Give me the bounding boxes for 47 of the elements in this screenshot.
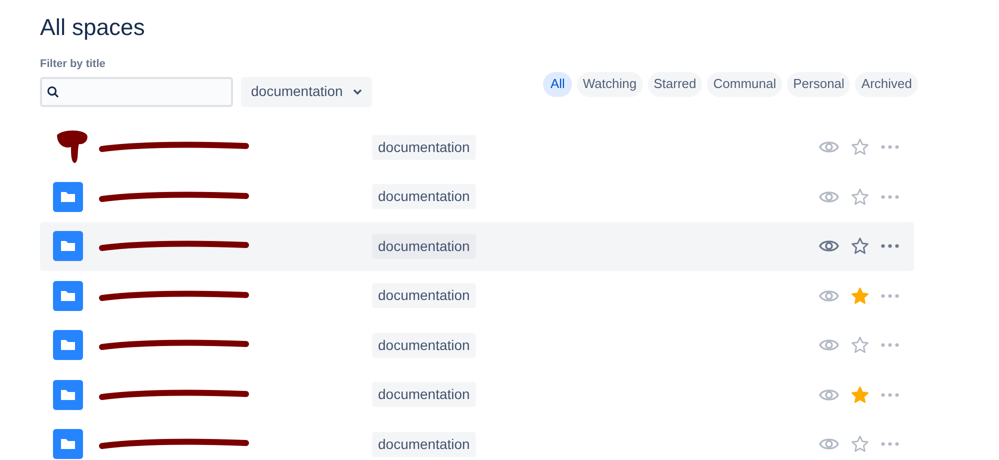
space-tag: documentation xyxy=(372,432,476,457)
folder-icon xyxy=(53,330,83,360)
eye-icon[interactable] xyxy=(819,338,839,352)
category-dropdown[interactable]: documentation xyxy=(241,76,372,106)
star-icon[interactable] xyxy=(851,386,869,404)
filter-tab[interactable]: Communal xyxy=(707,72,782,96)
folder-icon xyxy=(53,280,83,311)
space-tag: documentation xyxy=(372,332,476,358)
star-icon[interactable] xyxy=(851,336,869,354)
eye-icon[interactable] xyxy=(819,239,839,254)
star-icon[interactable] xyxy=(851,138,869,156)
folder-icon xyxy=(53,380,83,410)
star-icon[interactable] xyxy=(851,188,869,206)
filter-label: Filter by title xyxy=(40,57,106,72)
space-tag: documentation xyxy=(372,382,476,408)
space-tag: documentation xyxy=(372,234,476,259)
eye-icon[interactable] xyxy=(819,288,839,303)
space-tag: documentation xyxy=(372,134,476,160)
eye-icon[interactable] xyxy=(819,140,839,154)
more-icon[interactable] xyxy=(881,392,899,397)
space-row[interactable]: documentation xyxy=(40,222,914,271)
more-icon[interactable] xyxy=(881,244,899,248)
space-tag: documentation xyxy=(372,184,476,210)
filter-tab[interactable]: Starred xyxy=(648,72,702,96)
search-field[interactable] xyxy=(40,76,233,106)
star-icon[interactable] xyxy=(851,435,869,454)
eye-icon[interactable] xyxy=(819,190,839,204)
folder-icon xyxy=(53,429,83,460)
more-icon[interactable] xyxy=(881,294,899,298)
star-icon[interactable] xyxy=(851,286,869,305)
more-icon[interactable] xyxy=(881,145,899,150)
space-tag: documentation xyxy=(372,283,476,308)
chevron-down-icon xyxy=(352,88,362,94)
search-icon xyxy=(47,86,59,98)
filter-tab[interactable]: All xyxy=(543,72,572,96)
filter-tab[interactable]: Archived xyxy=(855,72,918,96)
eye-icon[interactable] xyxy=(819,437,839,452)
more-icon[interactable] xyxy=(881,343,899,348)
more-icon[interactable] xyxy=(881,194,899,199)
filter-tab[interactable]: Personal xyxy=(787,72,850,96)
page-title: All spaces xyxy=(40,13,145,42)
eye-icon[interactable] xyxy=(819,388,839,402)
star-icon[interactable] xyxy=(851,237,869,256)
folder-icon xyxy=(53,231,83,262)
filter-tab[interactable]: Watching xyxy=(576,72,643,96)
more-icon[interactable] xyxy=(881,442,899,446)
folder-icon xyxy=(53,182,83,212)
